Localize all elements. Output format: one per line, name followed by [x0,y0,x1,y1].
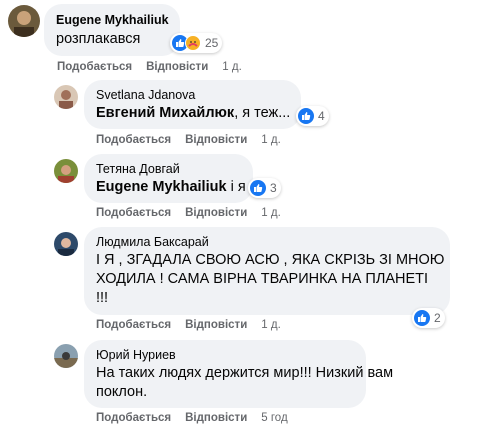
comment-text: Eugene Mykhailiuk і я [96,178,246,197]
reply-button[interactable]: Відповісти [185,207,247,219]
reaction-summary[interactable]: 25 [170,33,223,53]
comment-text-line: На таких людях держится мир!!! Низкий ва… [96,365,394,381]
reaction-count: 25 [205,36,219,50]
avatar[interactable] [54,344,78,368]
comment-author[interactable]: Людмила Баксарай [96,235,438,249]
comment-author[interactable]: Svetlana Jdanova [96,88,289,102]
mention-link[interactable]: Eugene Mykhailiuk [96,179,227,195]
comment-bubble: Людмила Баксарай І Я , ЗГАДАЛА СВОЮ АСЮ … [84,227,450,315]
comment-text: розплакався [56,31,141,47]
reply-button[interactable]: Відповісти [185,412,247,424]
comment-text-line: ХОДИЛА ! САМА ВІРНА ТВАРИНКА НА ПЛАНЕТІ [96,271,429,287]
comment-author[interactable]: Юрий Нуриев [96,348,354,362]
avatar[interactable] [8,5,40,37]
reaction-count: 2 [434,311,441,325]
timestamp[interactable]: 1 д. [261,319,281,331]
timestamp[interactable]: 1 д. [261,207,281,219]
comment-actions: Подобається Відповісти 1 д. [96,319,295,331]
comment-bubble: Юрий Нуриев На таких людях держится мир!… [84,340,394,408]
like-button[interactable]: Подобається [96,412,171,424]
comment-text: На таких людях держится мир!!! Низкий ва… [96,364,394,402]
like-button[interactable]: Подобається [96,134,171,146]
comment-actions: Подобається Відповісти 1 д. [57,61,256,73]
comment-text-body: і я [226,179,246,195]
care-icon [185,35,201,51]
comment-text-line: поклон. [96,384,148,400]
avatar[interactable] [54,159,78,183]
reply-button[interactable]: Відповісти [146,61,208,73]
comment-bubble: Svetlana Jdanova Евгений Михайлюк, я теж… [84,80,301,129]
like-icon [414,310,430,326]
comment-actions: Подобається Відповісти 5 год [96,412,302,424]
comment-text: І Я , ЗГАДАЛА СВОЮ АСЮ , ЯКА СКРІЗЬ ЗІ М… [96,251,445,308]
reaction-count: 4 [318,109,325,123]
like-button[interactable]: Подобається [96,207,171,219]
comment-actions: Подобається Відповісти 1 д. [96,134,295,146]
comment-bubble: Eugene Mykhailiuk розплакався [44,4,180,56]
comment-bubble: Тетяна Довгай Eugene Mykhailiuk і я [84,154,253,203]
comment-author[interactable]: Eugene Mykhailiuk [56,13,169,27]
like-icon [250,180,266,196]
reply-button[interactable]: Відповісти [185,319,247,331]
comment-text-line: І Я , ЗГАДАЛА СВОЮ АСЮ , ЯКА СКРІЗЬ ЗІ М… [96,252,445,268]
reaction-summary[interactable]: 2 [412,308,445,328]
like-button[interactable]: Подобається [96,319,171,331]
reply-button[interactable]: Відповісти [185,134,247,146]
like-icon [298,108,314,124]
avatar[interactable] [54,232,78,256]
reaction-count: 3 [270,181,277,195]
like-button[interactable]: Подобається [57,61,132,73]
comment-author[interactable]: Тетяна Довгай [96,162,241,176]
timestamp[interactable]: 5 год [261,412,287,424]
reaction-summary[interactable]: 4 [296,106,329,126]
mention-link[interactable]: Евгений Михайлюк [96,105,234,121]
comment-actions: Подобається Відповісти 1 д. [96,207,295,219]
avatar[interactable] [54,85,78,109]
timestamp[interactable]: 1 д. [261,134,281,146]
timestamp[interactable]: 1 д. [222,61,242,73]
comment-text: Евгений Михайлюк, я теж... [96,104,291,123]
comment-text-body: , я теж... [234,105,291,121]
comment-text-line: !!! [96,290,109,306]
reaction-summary[interactable]: 3 [248,178,281,198]
